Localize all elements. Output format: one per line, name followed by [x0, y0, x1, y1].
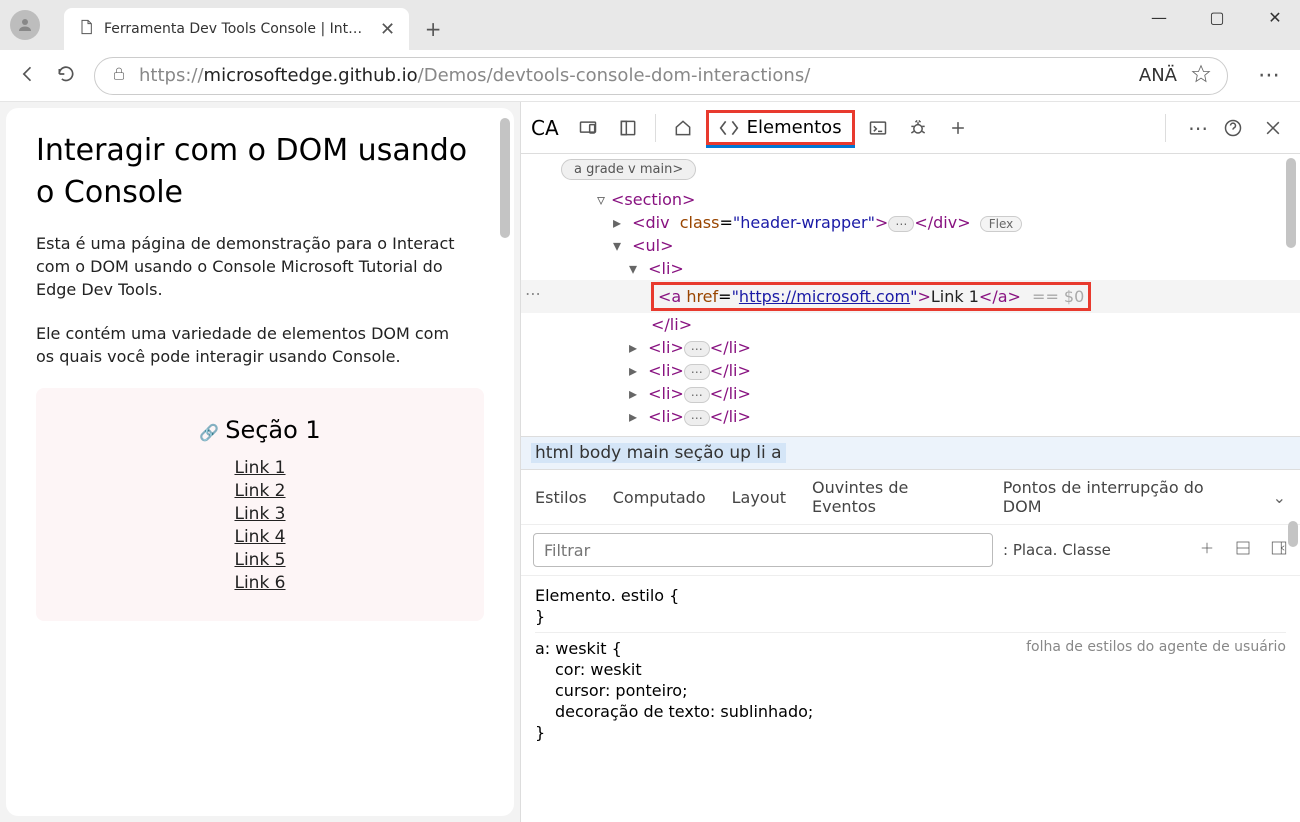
rule-selector[interactable]: Elemento. estilo { [535, 586, 1286, 605]
reading-profile-label[interactable]: ANÄ [1139, 65, 1177, 86]
css-property[interactable]: decoração de texto: sublinhado; [535, 702, 1286, 721]
styles-tabs: Estilos Computado Layout Ouvintes de Eve… [521, 470, 1300, 525]
dom-node[interactable]: ▿<section> [521, 188, 1300, 211]
page-paragraph-1: Esta é uma página de demonstração para o… [36, 232, 456, 302]
css-property[interactable]: cor: weskit [535, 660, 1286, 679]
close-tab-icon[interactable]: ✕ [380, 19, 395, 40]
tab-styles[interactable]: Estilos [535, 488, 587, 507]
main-split: Interagir com o DOM usando o Console Est… [0, 102, 1300, 822]
welcome-icon[interactable] [666, 111, 700, 145]
titlebar: Ferramenta Dev Tools Console | Intel DOM… [0, 0, 1300, 50]
add-tab-icon[interactable] [941, 111, 975, 145]
new-tab-button[interactable]: + [415, 11, 451, 47]
address-bar: https://microsoftedge.github.io/Demos/de… [0, 50, 1300, 102]
dom-node[interactable]: ▾ <ul> [521, 234, 1300, 257]
help-icon[interactable] [1216, 111, 1250, 145]
inspect-label[interactable]: CA [531, 116, 559, 140]
minimize-button[interactable]: — [1144, 8, 1174, 27]
console-icon[interactable] [861, 111, 895, 145]
toggle-sidebar-icon[interactable] [1270, 539, 1288, 561]
refresh-button[interactable] [56, 64, 76, 88]
styles-rules: Elemento. estilo { } a: weskit { folha d… [521, 576, 1300, 752]
anchor-icon: 🔗 [199, 423, 219, 442]
tab-title: Ferramenta Dev Tools Console | Intel DOM [104, 21, 364, 37]
url-text: https://microsoftedge.github.io/Demos/de… [139, 65, 1127, 86]
devtools-panel: CA Elementos ⋯ a grade v main> [520, 102, 1300, 822]
page-title: Interagir com o DOM usando o Console [36, 130, 484, 214]
demo-link[interactable]: Link 5 [234, 550, 285, 570]
device-toggle-icon[interactable] [571, 111, 605, 145]
favorite-icon[interactable] [1191, 64, 1211, 88]
rule-selector[interactable]: a: weskit { folha de estilos do agente d… [535, 632, 1286, 658]
dom-node[interactable]: ▸ <div class="header-wrapper">⋯</div> Fl… [521, 211, 1300, 234]
demo-link[interactable]: Link 3 [234, 504, 285, 524]
dock-icon[interactable] [611, 111, 645, 145]
back-button[interactable] [18, 64, 38, 88]
crumb-pill[interactable]: a grade v main> [561, 159, 696, 180]
profile-avatar[interactable] [10, 10, 40, 40]
maximize-button[interactable]: ▢ [1202, 8, 1232, 27]
dom-node[interactable]: ▾ <li> [521, 257, 1300, 280]
lock-icon [111, 66, 127, 86]
flex-overlay-icon[interactable] [1234, 539, 1252, 561]
tab-computed[interactable]: Computado [613, 488, 706, 507]
styles-filter-input[interactable] [533, 533, 993, 567]
tab-elements[interactable]: Elementos [706, 110, 855, 145]
url-input[interactable]: https://microsoftedge.github.io/Demos/de… [94, 57, 1228, 95]
browser-tab[interactable]: Ferramenta Dev Tools Console | Intel DOM… [64, 8, 409, 50]
styles-scrollbar[interactable] [1288, 521, 1298, 547]
content-scrollbar[interactable] [500, 118, 510, 238]
rule-close: } [535, 723, 1286, 742]
dom-node[interactable]: ▸ <li>⋯</li> [521, 359, 1300, 382]
demo-link[interactable]: Link 1 [234, 458, 285, 478]
dom-node[interactable]: ▸ <li>⋯</li> [521, 336, 1300, 359]
devtools-more-icon[interactable]: ⋯ [1188, 116, 1210, 140]
page-paragraph-2: Ele contém uma variedade de elementos DO… [36, 322, 456, 368]
styles-filter-row: : Placa. Classe [521, 525, 1300, 576]
bug-icon[interactable] [901, 111, 935, 145]
add-rule-icon[interactable] [1198, 539, 1216, 561]
demo-link[interactable]: Link 2 [234, 481, 285, 501]
tab-dom-breakpoints[interactable]: Pontos de interrupção do DOM [1003, 478, 1247, 516]
tab-layout[interactable]: Layout [732, 488, 786, 507]
hov-cls-label[interactable]: : Placa. Classe [1003, 541, 1111, 559]
dom-breadcrumb[interactable]: html body main seção up li a [521, 436, 1300, 470]
browser-menu-icon[interactable]: ⋯ [1258, 63, 1282, 88]
devtools-toolbar: CA Elementos ⋯ [521, 102, 1300, 154]
demo-link[interactable]: Link 6 [234, 573, 285, 593]
dom-tree[interactable]: ▿<section> ▸ <div class="header-wrapper"… [521, 184, 1300, 436]
dom-node[interactable]: </li> [521, 313, 1300, 336]
rule-origin: folha de estilos do agente de usuário [1026, 639, 1286, 658]
page-content: Interagir com o DOM usando o Console Est… [6, 108, 514, 816]
close-window-button[interactable]: ✕ [1260, 8, 1290, 27]
rule-close: } [535, 607, 1286, 626]
css-property[interactable]: cursor: ponteiro; [535, 681, 1286, 700]
section-heading: 🔗Seção 1 [66, 416, 454, 444]
dom-node[interactable]: ▸ <li>⋯</li> [521, 382, 1300, 405]
dom-node-selected[interactable]: ⋯ <a href="https://microsoft.com">Link 1… [521, 280, 1300, 313]
close-devtools-icon[interactable] [1256, 111, 1290, 145]
dom-node[interactable]: ▸ <li>⋯</li> [521, 405, 1300, 428]
demo-link[interactable]: Link 4 [234, 527, 285, 547]
window-controls: — ▢ ✕ [1144, 8, 1290, 27]
section-box: 🔗Seção 1 Link 1 Link 2 Link 3 Link 4 Lin… [36, 388, 484, 621]
crumb-row: a grade v main> [521, 154, 1300, 184]
tab-elements-label: Elementos [747, 117, 842, 138]
tab-event-listeners[interactable]: Ouvintes de Eventos [812, 478, 977, 516]
divider [655, 114, 656, 142]
chevron-down-icon[interactable]: ⌄ [1273, 488, 1286, 507]
links-list: Link 1 Link 2 Link 3 Link 4 Link 5 Link … [66, 458, 454, 593]
document-icon [78, 19, 94, 39]
divider [1165, 114, 1166, 142]
